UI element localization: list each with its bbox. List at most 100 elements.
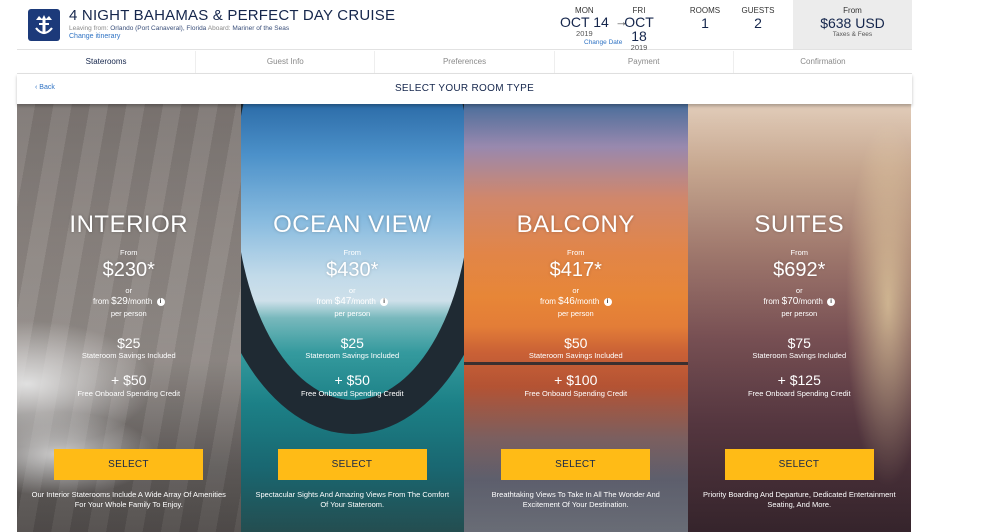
leaving-label: Leaving from: [69, 25, 109, 32]
start-year: 2019 [576, 29, 593, 38]
start-date: MON OCT 14 2019 [560, 6, 609, 38]
trip-header: 4 NIGHT BAHAMAS & PERFECT DAY CRUISE Lea… [17, 0, 912, 52]
or-label: or [348, 286, 356, 295]
trip-details: Leaving from: Orlando (Port Canaveral), … [69, 25, 289, 32]
change-date-link[interactable]: Change Date [584, 39, 622, 46]
or-label: or [795, 286, 803, 295]
room-description: Breathtaking Views To Take In All The Wo… [491, 490, 660, 509]
room-price: $430* [326, 259, 379, 281]
room-description: Spectacular Sights And Amazing Views Fro… [255, 490, 450, 509]
trip-title: 4 NIGHT BAHAMAS & PERFECT DAY CRUISE [69, 7, 396, 24]
room-name: OCEAN VIEW [273, 211, 432, 238]
month-suffix: /month [351, 297, 376, 306]
info-icon[interactable]: i [603, 298, 612, 306]
booking-steps: Staterooms Guest Info Preferences Paymen… [17, 51, 912, 74]
info-icon[interactable]: i [156, 298, 165, 306]
monthly-price: from $29/month i [17, 296, 241, 307]
aboard-label: Aboard: [207, 25, 231, 32]
room-description: Our Interior Staterooms Include A Wide A… [31, 490, 226, 509]
room-card-balcony: BALCONY From $417* or from $46/month i p… [464, 104, 688, 532]
month-price: $70 [781, 296, 799, 307]
taxes-fees-label: Taxes & Fees [832, 31, 873, 38]
month-prefix: from [763, 297, 780, 306]
room-price: $417* [549, 259, 602, 281]
monthly-price: from $70/month i [688, 296, 912, 307]
rooms-label: ROOMS [689, 6, 721, 15]
month-price: $47 [334, 296, 352, 307]
month-price: $46 [558, 296, 575, 307]
savings-amount: $75 [787, 335, 811, 351]
month-suffix: /month [798, 297, 823, 306]
month-suffix: /month [574, 297, 600, 306]
step-confirmation[interactable]: Confirmation [734, 51, 912, 73]
select-interior-button[interactable]: SELECT [54, 449, 203, 480]
per-person-label: per person [781, 309, 818, 318]
balcony-rail [464, 362, 688, 365]
room-type-cards: INTERIOR From $230* or from $29/month i … [17, 104, 911, 532]
credit-label: Free Onboard Spending Credit [747, 389, 851, 398]
savings-amount: $25 [340, 335, 364, 351]
credit-label: Free Onboard Spending Credit [300, 389, 404, 398]
credit-amount: + $100 [554, 372, 598, 388]
monthly-price: from $46/month i [464, 296, 688, 307]
page-title: SELECT YOUR ROOM TYPE [394, 83, 535, 94]
savings-label: Stateroom Savings Included [752, 351, 847, 360]
rooms-value: 1 [701, 15, 709, 31]
room-name: INTERIOR [69, 211, 189, 238]
guests-value: 2 [754, 15, 762, 31]
credit-label: Free Onboard Spending Credit [77, 389, 181, 398]
info-icon[interactable]: i [380, 298, 389, 306]
credit-amount: + $50 [111, 372, 147, 388]
month-prefix: from [539, 297, 556, 306]
info-icon[interactable]: i [827, 298, 836, 306]
room-card-interior: INTERIOR From $230* or from $29/month i … [17, 104, 241, 532]
guests-stat: GUESTS 2 [737, 6, 779, 31]
select-ocean-view-button[interactable]: SELECT [277, 449, 427, 480]
savings-label: Stateroom Savings Included [81, 351, 176, 360]
room-type-bar: ‹ Back SELECT YOUR ROOM TYPE [17, 74, 912, 104]
credit-amount: + $50 [334, 372, 370, 388]
month-suffix: /month [127, 297, 153, 306]
room-name: SUITES [754, 211, 845, 238]
from-label: From [120, 248, 138, 257]
start-date-value: OCT 14 [560, 14, 609, 30]
select-balcony-button[interactable]: SELECT [501, 449, 650, 480]
step-staterooms[interactable]: Staterooms [17, 51, 197, 73]
monthly-price: from $47/month i [241, 296, 465, 307]
crown-anchor-logo[interactable] [27, 8, 61, 42]
step-payment[interactable]: Payment [555, 51, 734, 73]
credit-label: Free Onboard Spending Credit [524, 389, 628, 398]
room-description: Priority Boarding And Departure, Dedicat… [702, 490, 896, 509]
room-card-ocean-view: OCEAN VIEW From $430* or from $47/month … [240, 104, 465, 532]
or-label: or [572, 286, 580, 295]
change-itinerary-link[interactable]: Change itinerary [69, 33, 120, 40]
savings-amount: $50 [564, 335, 588, 351]
aboard-value: Mariner of the Seas [232, 25, 290, 32]
total-price-box: From $638 USD Taxes & Fees [793, 0, 912, 49]
per-person-label: per person [557, 309, 594, 318]
savings-amount: $25 [117, 335, 141, 351]
month-price: $29 [111, 296, 128, 307]
select-suites-button[interactable]: SELECT [724, 449, 874, 480]
price-from-label: From [843, 6, 862, 15]
per-person-label: per person [110, 309, 147, 318]
or-label: or [125, 286, 133, 295]
guests-label: GUESTS [741, 6, 775, 15]
month-prefix: from [92, 297, 109, 306]
credit-amount: + $125 [777, 372, 821, 388]
per-person-label: per person [334, 309, 371, 318]
from-label: From [567, 248, 585, 257]
savings-label: Stateroom Savings Included [528, 351, 623, 360]
step-preferences[interactable]: Preferences [375, 51, 555, 73]
from-label: From [790, 248, 809, 257]
savings-label: Stateroom Savings Included [305, 351, 400, 360]
rooms-stat: ROOMS 1 [687, 6, 723, 31]
total-price: $638 USD [820, 15, 885, 31]
room-card-suites: SUITES From $692* or from $70/month i pe… [687, 104, 912, 532]
room-name: BALCONY [516, 211, 635, 238]
room-price: $692* [773, 259, 826, 281]
from-label: From [343, 248, 362, 257]
step-guest-info[interactable]: Guest Info [196, 51, 376, 73]
leaving-value: Orlando (Port Canaveral), Florida [110, 25, 207, 32]
month-prefix: from [316, 297, 333, 306]
